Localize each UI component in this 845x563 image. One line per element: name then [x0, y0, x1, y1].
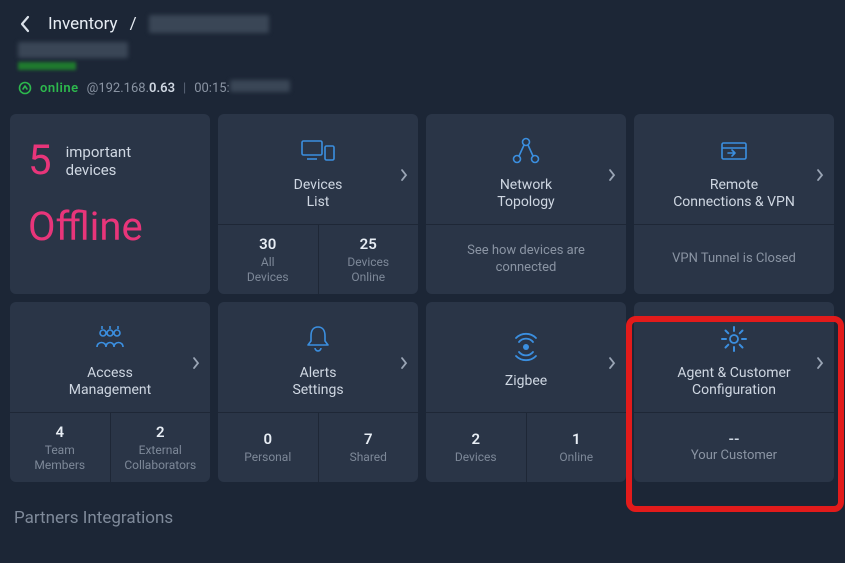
gear-icon — [719, 323, 749, 355]
chevron-right-icon[interactable] — [816, 355, 824, 374]
card-title: Alerts Settings — [292, 365, 343, 400]
partners-integrations-heading: Partners Integrations — [0, 490, 845, 536]
zigbee-card[interactable]: Zigbee 2 Devices 1 Online — [426, 302, 626, 482]
chevron-right-icon[interactable] — [400, 167, 408, 186]
breadcrumb: Inventory / — [14, 14, 827, 34]
access-icon — [93, 323, 127, 355]
back-button[interactable] — [14, 15, 36, 33]
offline-label: important devices — [66, 143, 132, 179]
stat-all-devices: 30 AllDevices — [218, 225, 318, 294]
page-header: Inventory / online @192.168.0.63 | 00:15… — [0, 0, 845, 106]
devices-list-card[interactable]: Devices List 30 AllDevices 25 DevicesOnl… — [218, 114, 418, 294]
offline-devices-card[interactable]: 5 important devices Offline — [10, 114, 210, 294]
status-label: online — [40, 81, 79, 96]
device-name-redacted — [18, 42, 128, 58]
chevron-right-icon[interactable] — [608, 167, 616, 186]
stat-zigbee-online: 1 Online — [526, 413, 627, 482]
chevron-right-icon[interactable] — [192, 355, 200, 374]
card-title: Access Management — [69, 365, 151, 400]
agent-customer-config-card[interactable]: Agent & Customer Configuration -- Your C… — [634, 302, 834, 482]
breadcrumb-root[interactable]: Inventory — [48, 14, 118, 34]
remote-icon — [718, 135, 750, 167]
breadcrumb-current-redacted — [149, 15, 269, 33]
stat-personal: 0 Personal — [218, 413, 318, 482]
chevron-right-icon[interactable] — [816, 167, 824, 186]
card-title: Zigbee — [505, 373, 547, 391]
signal-bar — [18, 62, 76, 70]
breadcrumb-separator: / — [130, 14, 137, 34]
mac-address: 00:15: — [194, 80, 290, 96]
chevron-left-icon — [19, 15, 31, 33]
chevron-right-icon[interactable] — [608, 355, 616, 374]
bell-icon — [305, 323, 331, 355]
stat-team-members: 4 TeamMembers — [10, 413, 110, 482]
customer-label: Your Customer — [691, 448, 777, 465]
mac-redacted — [230, 80, 290, 92]
remote-connections-card[interactable]: Remote Connections & VPN VPN Tunnel is C… — [634, 114, 834, 294]
device-name-row — [18, 42, 827, 58]
topology-icon — [511, 135, 541, 167]
topology-subtitle: See how devices areconnected — [467, 243, 585, 277]
card-grid: 5 important devices Offline Devices List… — [0, 106, 845, 490]
offline-status-text: Offline — [28, 203, 192, 250]
stat-external-collaborators: 2 ExternalCollaborators — [110, 413, 211, 482]
customer-value: -- — [728, 430, 739, 448]
card-title: Network Topology — [497, 177, 554, 212]
stat-devices-online: 25 DevicesOnline — [318, 225, 419, 294]
network-topology-card[interactable]: Network Topology See how devices areconn… — [426, 114, 626, 294]
card-title: Agent & Customer Configuration — [677, 365, 790, 400]
vpn-status: VPN Tunnel is Closed — [672, 251, 796, 268]
chevron-right-icon[interactable] — [400, 355, 408, 374]
separator: | — [183, 81, 186, 96]
stat-zigbee-devices: 2 Devices — [426, 413, 526, 482]
status-row: online @192.168.0.63 | 00:15: — [18, 80, 827, 96]
ip-address: @192.168.0.63 — [87, 81, 175, 96]
access-management-card[interactable]: Access Management 4 TeamMembers 2 Extern… — [10, 302, 210, 482]
stat-shared: 7 Shared — [318, 413, 419, 482]
offline-count: 5 — [28, 136, 52, 185]
card-title: Remote Connections & VPN — [673, 177, 795, 212]
online-icon — [18, 81, 32, 95]
devices-icon — [301, 135, 335, 167]
alerts-settings-card[interactable]: Alerts Settings 0 Personal 7 Shared — [218, 302, 418, 482]
zigbee-icon — [510, 331, 542, 363]
card-title: Devices List — [294, 177, 343, 212]
